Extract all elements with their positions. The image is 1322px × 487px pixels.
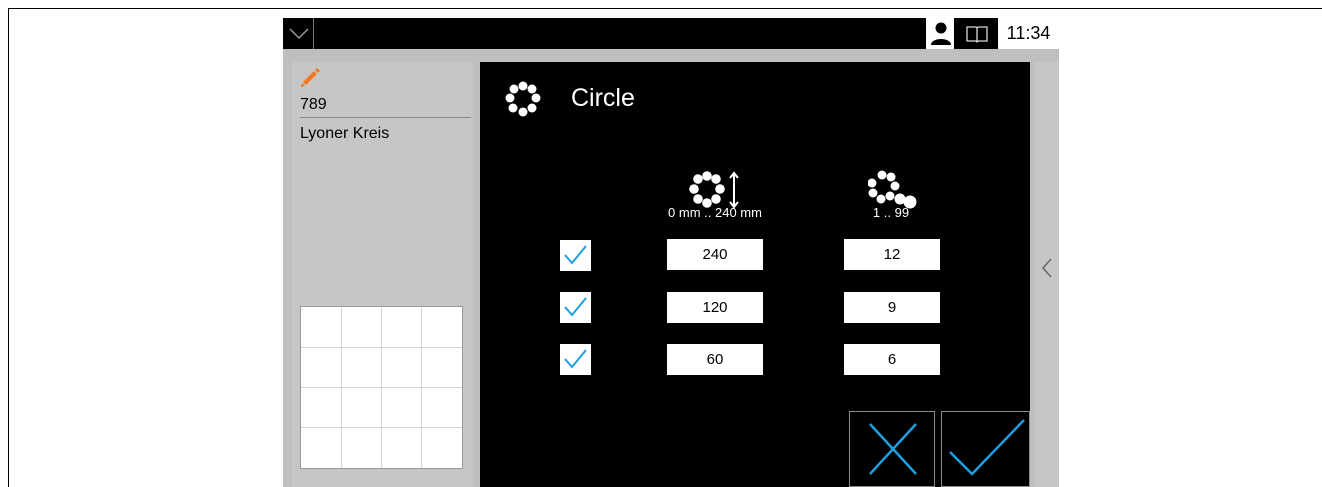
program-panel: 789 Lyoner Kreis bbox=[292, 62, 473, 487]
side-panel-toggle[interactable] bbox=[1035, 62, 1059, 487]
diameter-field[interactable]: 60 bbox=[667, 344, 763, 375]
grid-line bbox=[301, 347, 462, 348]
program-name: Lyoner Kreis bbox=[300, 125, 390, 142]
pattern-preview[interactable] bbox=[300, 306, 463, 469]
check-icon bbox=[949, 419, 1025, 476]
circle-dialog: Circle 0 mm .. 240 mm 1 .. 99 240 12 120… bbox=[480, 62, 1030, 487]
confirm-button[interactable] bbox=[941, 411, 1030, 487]
row-enabled-checkbox[interactable] bbox=[560, 292, 591, 323]
diameter-field[interactable]: 240 bbox=[667, 239, 763, 270]
device-screen: 11:34 789 Lyoner Kreis Circle 0 mm .. 24… bbox=[283, 18, 1059, 487]
diameter-field[interactable]: 120 bbox=[667, 292, 763, 323]
dialog-title: Circle bbox=[571, 84, 635, 112]
window-frame-left bbox=[8, 8, 9, 487]
divider bbox=[300, 117, 471, 118]
clock: 11:34 bbox=[996, 18, 1059, 49]
check-icon bbox=[564, 245, 587, 265]
check-icon bbox=[564, 297, 587, 317]
program-number: 789 bbox=[300, 96, 327, 113]
cancel-button[interactable] bbox=[849, 411, 935, 487]
pencil-icon[interactable] bbox=[299, 66, 321, 88]
user-button[interactable] bbox=[926, 18, 956, 49]
grid-line bbox=[301, 387, 462, 388]
count-range: 1 .. 99 bbox=[872, 205, 910, 220]
menu-button[interactable] bbox=[283, 18, 314, 49]
close-icon bbox=[869, 423, 917, 475]
manual-button[interactable] bbox=[958, 18, 996, 49]
user-icon bbox=[931, 22, 951, 45]
row-enabled-checkbox[interactable] bbox=[560, 344, 591, 375]
chevron-left-icon bbox=[1041, 258, 1052, 278]
check-icon bbox=[564, 349, 587, 369]
circle-pattern-icon bbox=[505, 81, 541, 117]
diameter-range: 0 mm .. 240 mm bbox=[668, 205, 762, 220]
book-icon bbox=[966, 26, 988, 43]
row-enabled-checkbox[interactable] bbox=[560, 240, 591, 271]
grid-line bbox=[301, 427, 462, 428]
count-field[interactable]: 12 bbox=[844, 239, 940, 270]
window-frame-top bbox=[8, 8, 1322, 9]
top-bar: 11:34 bbox=[283, 18, 1059, 49]
count-field[interactable]: 6 bbox=[844, 344, 940, 375]
count-field[interactable]: 9 bbox=[844, 292, 940, 323]
chevron-down-icon bbox=[289, 28, 309, 40]
